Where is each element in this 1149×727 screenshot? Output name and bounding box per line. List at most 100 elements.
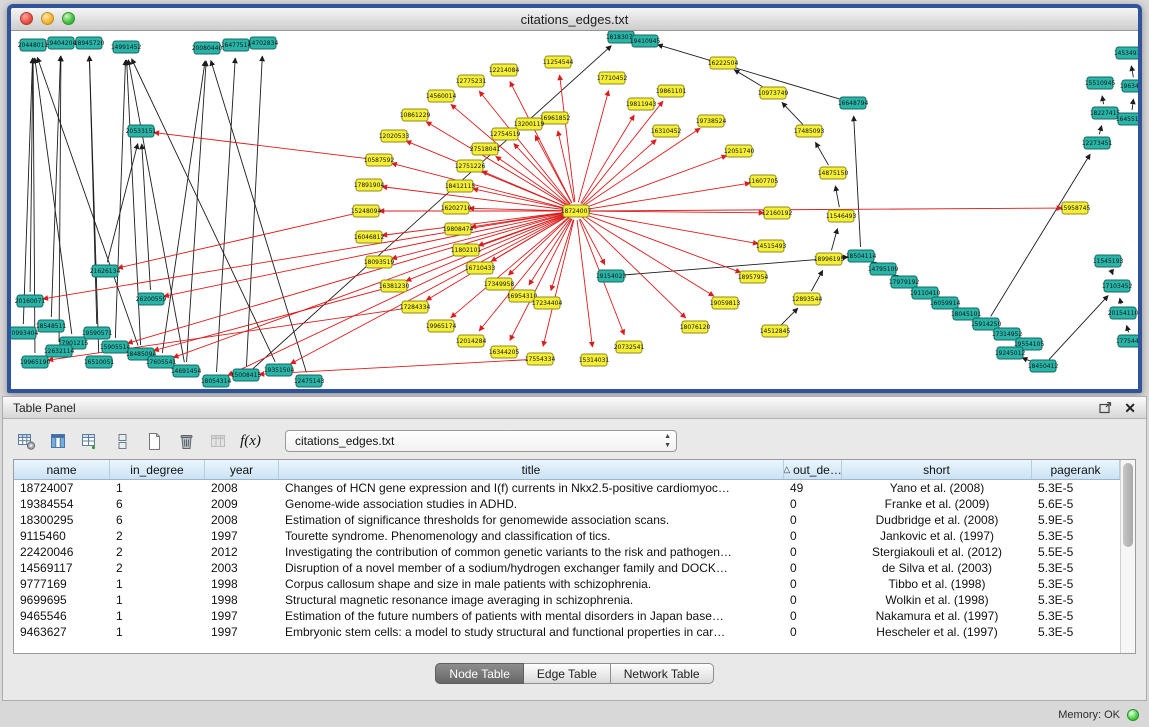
- citation-edge[interactable]: [835, 186, 839, 207]
- citation-edge[interactable]: [33, 58, 35, 353]
- close-window-button[interactable]: [20, 12, 33, 25]
- graph-node[interactable]: 12751226: [455, 160, 486, 172]
- graph-node[interactable]: 19811943: [626, 98, 657, 110]
- graph-node[interactable]: 17605541: [146, 356, 177, 368]
- tab-node-table[interactable]: Node Table: [435, 663, 524, 684]
- graph-node[interactable]: 17103452: [1102, 280, 1133, 292]
- graph-node[interactable]: 12632114: [44, 345, 75, 357]
- cell-name[interactable]: 9777169: [14, 576, 110, 592]
- table-row[interactable]: 1938455462009Genome-wide association stu…: [14, 496, 1120, 512]
- graph-node[interactable]: 11254544: [543, 56, 574, 68]
- citation-network-graph[interactable]: 1872400711254544122140841277523114560014…: [11, 31, 1138, 389]
- cell-title[interactable]: Changes of HCN gene expression and I(f) …: [279, 480, 784, 496]
- graph-node[interactable]: 19861101: [656, 85, 687, 97]
- graph-node[interactable]: 17349958: [484, 278, 515, 290]
- cell-in_degree[interactable]: 2: [110, 560, 205, 576]
- citation-edge-red[interactable]: [529, 219, 571, 285]
- table-row[interactable]: 946362711997Embryonic stem cells: a mode…: [14, 624, 1120, 640]
- citation-edge-red[interactable]: [585, 208, 1062, 211]
- import-table-icon[interactable]: [205, 428, 232, 455]
- graph-node[interactable]: 16961852: [540, 112, 571, 124]
- graph-node[interactable]: 19634519: [1120, 80, 1138, 92]
- graph-node[interactable]: 15248094: [351, 205, 382, 217]
- cell-year[interactable]: 1998: [205, 592, 279, 608]
- graph-node[interactable]: 18724007: [561, 205, 592, 217]
- citation-edge[interactable]: [854, 116, 861, 247]
- cell-title[interactable]: Investigating the contribution of common…: [279, 544, 784, 560]
- graph-node[interactable]: 16310452: [651, 125, 682, 137]
- cell-short[interactable]: de Silva et al. (2003): [842, 560, 1032, 576]
- float-panel-icon[interactable]: [1099, 402, 1112, 414]
- table-row[interactable]: 1456911722003Disruption of a novel membe…: [14, 560, 1120, 576]
- cell-name[interactable]: 14569117: [14, 560, 110, 576]
- cell-short[interactable]: Yano et al. (2008): [842, 480, 1032, 496]
- graph-node[interactable]: 10861229: [400, 109, 431, 121]
- graph-node[interactable]: 16222504: [708, 57, 739, 69]
- graph-node[interactable]: 16455140: [1116, 113, 1138, 125]
- graph-node[interactable]: 14795109: [868, 263, 899, 275]
- graph-node[interactable]: 17891904: [354, 179, 385, 191]
- graph-node[interactable]: 12051740: [724, 145, 755, 157]
- cell-in_degree[interactable]: 1: [110, 624, 205, 640]
- cell-year[interactable]: 2003: [205, 560, 279, 576]
- cell-year[interactable]: 2009: [205, 496, 279, 512]
- citation-edge[interactable]: [1132, 99, 1133, 110]
- table-row[interactable]: 969969511998Structural magnetic resonanc…: [14, 592, 1120, 608]
- graph-node[interactable]: 12020533: [379, 130, 410, 142]
- graph-node[interactable]: 19965190: [20, 356, 51, 368]
- citation-edge-red[interactable]: [580, 219, 605, 265]
- graph-node[interactable]: 13200119: [514, 118, 545, 130]
- citation-edge[interactable]: [211, 60, 307, 372]
- graph-node[interactable]: 16510051: [84, 356, 115, 368]
- graph-node[interactable]: 18093519: [364, 256, 395, 268]
- graph-node[interactable]: 17554334: [525, 353, 556, 365]
- cell-pagerank[interactable]: 5.6E-5: [1032, 496, 1120, 512]
- graph-node[interactable]: 14702834: [248, 37, 279, 49]
- graph-node[interactable]: 16202710: [441, 202, 472, 214]
- graph-node[interactable]: 17284334: [400, 301, 431, 313]
- graph-node[interactable]: 14691454: [171, 365, 202, 377]
- column-header-title[interactable]: title: [279, 460, 784, 479]
- cell-pagerank[interactable]: 5.9E-5: [1032, 512, 1120, 528]
- graph-node[interactable]: 26200559: [136, 293, 167, 305]
- citation-edge[interactable]: [1102, 96, 1103, 104]
- cell-pagerank[interactable]: 5.3E-5: [1032, 560, 1120, 576]
- graph-node[interactable]: 17710452: [597, 72, 628, 84]
- graph-node[interactable]: 11802101: [451, 244, 482, 256]
- column-header-out-degree[interactable]: △out_de…: [784, 460, 842, 479]
- citation-edge[interactable]: [187, 61, 207, 362]
- cell-pagerank[interactable]: 5.3E-5: [1032, 624, 1120, 640]
- graph-node[interactable]: 16710433: [465, 262, 496, 274]
- citation-edge[interactable]: [35, 58, 72, 334]
- cell-year[interactable]: 1997: [205, 624, 279, 640]
- graph-node[interactable]: 14515493: [756, 240, 787, 252]
- graph-node[interactable]: 15510945: [1085, 77, 1116, 89]
- table-row[interactable]: 1872400712008Changes of HCN gene express…: [14, 480, 1120, 496]
- cell-title[interactable]: Embryonic stem cells: a model to study s…: [279, 624, 784, 640]
- cell-title[interactable]: Genome-wide association studies in ADHD.: [279, 496, 784, 512]
- close-panel-icon[interactable]: ✕: [1124, 401, 1136, 415]
- graph-node[interactable]: 19245012: [995, 347, 1026, 359]
- cell-in_degree[interactable]: 2: [110, 544, 205, 560]
- cell-title[interactable]: Corpus callosum shape and size in male p…: [279, 576, 784, 592]
- graph-node[interactable]: 12893544: [792, 293, 823, 305]
- cell-title[interactable]: Estimation of the future numbers of pati…: [279, 608, 784, 624]
- citation-edge-red[interactable]: [584, 216, 714, 296]
- cell-short[interactable]: Tibbo et al. (1998): [842, 576, 1032, 592]
- cell-pagerank[interactable]: 5.3E-5: [1032, 576, 1120, 592]
- column-header-in-degree[interactable]: in_degree: [110, 460, 205, 479]
- graph-node[interactable]: 16046812: [354, 231, 385, 243]
- graph-node[interactable]: 27518041: [470, 143, 501, 155]
- citation-edge[interactable]: [1099, 126, 1101, 135]
- column-header-short[interactable]: short: [842, 460, 1032, 479]
- graph-node[interactable]: 19965174: [426, 320, 457, 332]
- cell-name[interactable]: 22420046: [14, 544, 110, 560]
- citation-edge-red[interactable]: [585, 211, 764, 213]
- zoom-window-button[interactable]: [62, 12, 75, 25]
- graph-node[interactable]: 20448011: [18, 39, 49, 51]
- cell-year[interactable]: 1998: [205, 576, 279, 592]
- citation-edge[interactable]: [128, 60, 184, 362]
- cell-name[interactable]: 9115460: [14, 528, 110, 544]
- cell-name[interactable]: 9699695: [14, 592, 110, 608]
- graph-node[interactable]: 10973749: [758, 87, 789, 99]
